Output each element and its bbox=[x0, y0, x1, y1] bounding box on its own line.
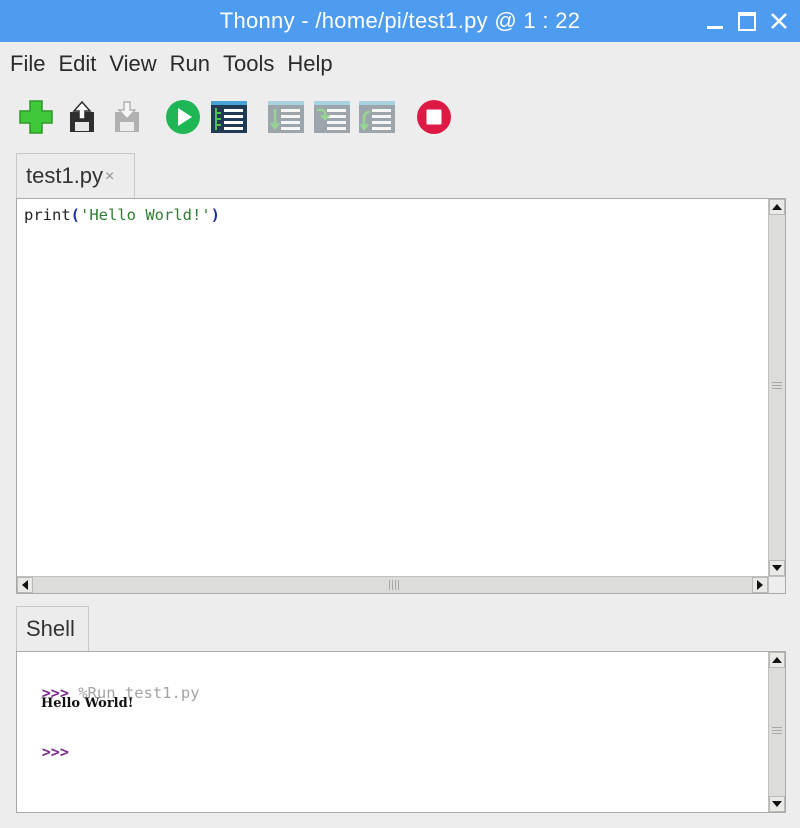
step-into-button[interactable] bbox=[313, 98, 351, 136]
code-close-paren: ) bbox=[210, 206, 221, 224]
code-editor[interactable]: print('Hello World!') bbox=[16, 198, 786, 594]
save-file-button[interactable] bbox=[108, 98, 146, 136]
shell-output: Hello World! bbox=[41, 696, 134, 711]
play-icon bbox=[166, 100, 200, 134]
editor-horizontal-scrollbar[interactable] bbox=[17, 576, 768, 593]
plus-icon bbox=[19, 100, 53, 134]
editor-scroll-up-button[interactable] bbox=[769, 199, 785, 215]
editor-vscroll-thumb[interactable] bbox=[772, 382, 782, 390]
step-over-button[interactable] bbox=[267, 98, 305, 136]
load-file-button[interactable] bbox=[63, 98, 101, 136]
menu-view[interactable]: View bbox=[109, 51, 156, 77]
shell-tab-label: Shell bbox=[26, 616, 75, 641]
scrollbar-corner bbox=[768, 576, 785, 593]
close-button[interactable] bbox=[766, 8, 792, 34]
new-file-button[interactable] bbox=[17, 98, 55, 136]
menu-help[interactable]: Help bbox=[287, 51, 332, 77]
tab-close-icon[interactable]: × bbox=[105, 168, 114, 185]
shell-vertical-scrollbar[interactable] bbox=[768, 652, 785, 812]
editor-tab-label: test1.py bbox=[26, 163, 104, 188]
debug-button[interactable] bbox=[210, 98, 248, 136]
step-into-icon bbox=[314, 101, 350, 133]
stop-button[interactable] bbox=[415, 98, 453, 136]
stop-icon bbox=[417, 100, 451, 134]
maximize-button[interactable] bbox=[734, 8, 760, 34]
editor-scroll-left-button[interactable] bbox=[17, 577, 33, 593]
shell-console[interactable]: >>> %Run test1.py Hello World! >>> bbox=[16, 651, 786, 813]
shell-prompt: >>> bbox=[41, 743, 69, 761]
shell-vscroll-thumb[interactable] bbox=[772, 727, 782, 735]
close-icon bbox=[771, 13, 787, 29]
code-func: print bbox=[24, 206, 71, 224]
save-file-icon bbox=[115, 101, 139, 132]
toolbar bbox=[0, 90, 800, 144]
debug-icon bbox=[211, 101, 247, 133]
window-title: Thonny - /home/pi/test1.py @ 1 : 22 bbox=[0, 8, 800, 34]
shell-input-line[interactable]: >>> bbox=[24, 725, 69, 780]
menu-run[interactable]: Run bbox=[170, 51, 210, 77]
step-out-icon bbox=[359, 101, 395, 133]
menu-bar: File Edit View Run Tools Help bbox=[0, 42, 800, 86]
editor-scroll-right-button[interactable] bbox=[752, 577, 768, 593]
arrow-right-icon bbox=[757, 580, 763, 590]
editor-vertical-scrollbar[interactable] bbox=[768, 199, 785, 576]
arrow-up-icon bbox=[772, 204, 782, 210]
window-title-text: Thonny - /home/pi/test1.py @ 1 : 22 bbox=[219, 8, 581, 33]
shell-scroll-down-button[interactable] bbox=[769, 796, 785, 812]
step-over-icon bbox=[268, 101, 304, 133]
editor-hscroll-thumb[interactable] bbox=[389, 580, 399, 590]
arrow-down-icon bbox=[772, 565, 782, 571]
step-out-button[interactable] bbox=[358, 98, 396, 136]
editor-scroll-down-button[interactable] bbox=[769, 560, 785, 576]
code-string: 'Hello World!' bbox=[80, 206, 211, 224]
shell-tab[interactable]: Shell bbox=[16, 606, 89, 652]
code-line[interactable]: print('Hello World!') bbox=[24, 206, 220, 224]
run-button[interactable] bbox=[164, 98, 202, 136]
arrow-down-icon bbox=[772, 801, 782, 807]
menu-tools[interactable]: Tools bbox=[223, 51, 274, 77]
menu-edit[interactable]: Edit bbox=[58, 51, 96, 77]
minimize-button[interactable] bbox=[702, 8, 728, 34]
menu-file[interactable]: File bbox=[10, 51, 45, 77]
open-file-icon bbox=[70, 100, 94, 132]
editor-tab[interactable]: test1.py × bbox=[16, 153, 135, 199]
shell-scroll-up-button[interactable] bbox=[769, 652, 785, 668]
arrow-left-icon bbox=[22, 580, 28, 590]
title-bar: Thonny - /home/pi/test1.py @ 1 : 22 bbox=[0, 0, 800, 42]
shell-command-line: >>> %Run test1.py bbox=[24, 666, 200, 721]
code-open-paren: ( bbox=[70, 206, 81, 224]
arrow-up-icon bbox=[772, 657, 782, 663]
